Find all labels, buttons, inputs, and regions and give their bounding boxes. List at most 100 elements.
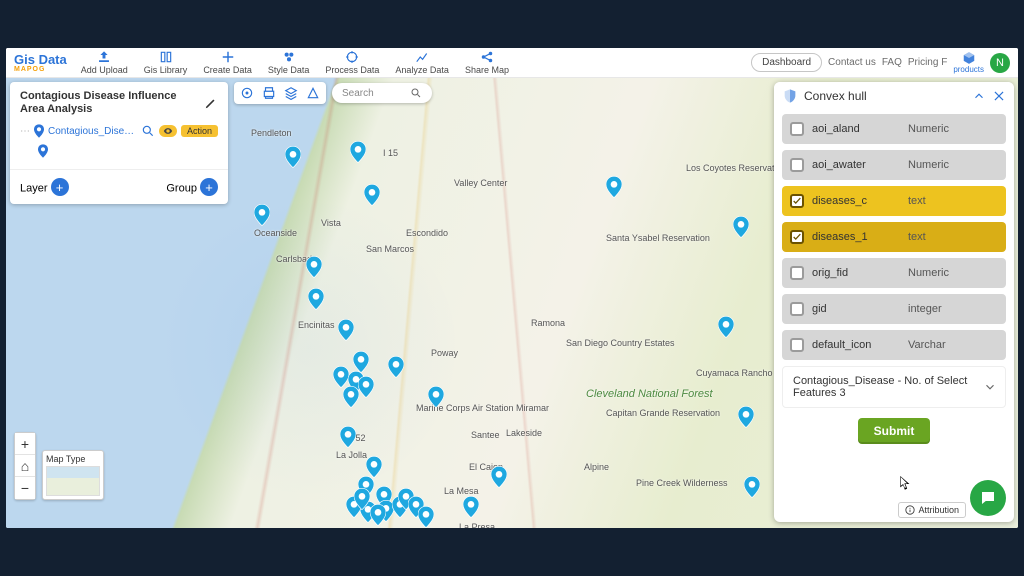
map-search[interactable]: Search bbox=[332, 83, 432, 103]
checkbox[interactable] bbox=[790, 338, 804, 352]
collapse-icon[interactable] bbox=[972, 89, 986, 103]
zoom-home-button[interactable]: ⌂ bbox=[15, 455, 35, 477]
close-icon[interactable] bbox=[992, 89, 1006, 103]
add-layer-button[interactable]: + bbox=[51, 178, 69, 196]
place-label: Capitan Grande Reservation bbox=[606, 408, 720, 418]
map-marker[interactable] bbox=[308, 288, 324, 310]
checkbox[interactable] bbox=[790, 302, 804, 316]
topmenu-gis-library[interactable]: Gis Library bbox=[136, 50, 196, 75]
topmenu-share-map[interactable]: Share Map bbox=[457, 50, 517, 75]
attribute-row-diseases_c[interactable]: diseases_ctext bbox=[782, 186, 1006, 216]
products-link[interactable]: products bbox=[953, 51, 984, 74]
attribute-row-diseases_1[interactable]: diseases_1 text bbox=[782, 222, 1006, 252]
visibility-toggle[interactable] bbox=[159, 125, 177, 137]
zoom-out-button[interactable]: − bbox=[15, 477, 35, 499]
user-avatar[interactable]: N bbox=[990, 53, 1010, 73]
pricing-link[interactable]: Pricing F bbox=[908, 57, 947, 68]
map-marker[interactable] bbox=[418, 506, 434, 528]
map-marker[interactable] bbox=[366, 456, 382, 478]
brand-logo[interactable]: Gis Data MAPOG bbox=[6, 53, 73, 73]
zoom-to-icon[interactable] bbox=[141, 124, 155, 138]
map-marker[interactable] bbox=[606, 176, 622, 198]
map-marker[interactable] bbox=[744, 476, 760, 498]
feature-count-accordion[interactable]: Contagious_Disease - No. of Select Featu… bbox=[782, 366, 1006, 408]
topmenu-process-data[interactable]: Process Data bbox=[317, 50, 387, 75]
map-marker[interactable] bbox=[738, 406, 754, 428]
map-marker[interactable] bbox=[338, 319, 354, 341]
process-icon bbox=[345, 50, 359, 64]
attribute-name: aoi_aland bbox=[812, 123, 900, 135]
checkbox[interactable] bbox=[790, 122, 804, 136]
attribute-name: diseases_c bbox=[812, 195, 900, 207]
zoom-in-button[interactable]: + bbox=[15, 433, 35, 455]
map-marker[interactable] bbox=[370, 504, 386, 526]
topbar: Gis Data MAPOG Add UploadGis LibraryCrea… bbox=[6, 48, 1018, 78]
map-marker[interactable] bbox=[388, 356, 404, 378]
attribute-row-orig_fid[interactable]: orig_fidNumeric bbox=[782, 258, 1006, 288]
attribute-row-default_icon[interactable]: default_iconVarchar bbox=[782, 330, 1006, 360]
library-icon bbox=[159, 50, 173, 64]
map-marker[interactable] bbox=[350, 141, 366, 163]
analyze-icon bbox=[415, 50, 429, 64]
topmenu-analyze-data[interactable]: Analyze Data bbox=[387, 50, 457, 75]
map-marker[interactable] bbox=[340, 426, 356, 448]
map-marker[interactable] bbox=[733, 216, 749, 238]
attribute-type: Numeric bbox=[908, 123, 949, 135]
map-marker[interactable] bbox=[463, 496, 479, 518]
map-marker[interactable] bbox=[353, 351, 369, 373]
submit-button[interactable]: Submit bbox=[858, 418, 931, 444]
place-label: Alpine bbox=[584, 462, 609, 472]
topmenu-add-upload[interactable]: Add Upload bbox=[73, 50, 136, 75]
place-label: Oceanside bbox=[254, 228, 297, 238]
add-group-button[interactable]: + bbox=[200, 178, 218, 196]
faq-link[interactable]: FAQ bbox=[882, 57, 902, 68]
basemap-switcher[interactable]: Map Type bbox=[42, 450, 104, 500]
layers-icon[interactable] bbox=[284, 86, 298, 100]
checkbox[interactable] bbox=[790, 158, 804, 172]
place-label: Valley Center bbox=[454, 178, 507, 188]
target-icon[interactable] bbox=[240, 86, 254, 100]
attribute-name: diseases_1 bbox=[812, 231, 900, 243]
checkbox[interactable] bbox=[790, 194, 804, 208]
drag-handle-icon[interactable]: ⋯ bbox=[20, 126, 30, 137]
place-label: Santa Ysabel Reservation bbox=[606, 233, 710, 243]
attribution-badge[interactable]: Attribution bbox=[898, 502, 966, 518]
chat-fab[interactable] bbox=[970, 480, 1006, 516]
map-marker[interactable] bbox=[718, 316, 734, 338]
attribute-row-aoi_aland[interactable]: aoi_aland Numeric bbox=[782, 114, 1006, 144]
dashboard-link[interactable]: Dashboard bbox=[751, 53, 822, 72]
map-marker[interactable] bbox=[491, 466, 507, 488]
place-label: Pendleton bbox=[251, 128, 292, 138]
attribute-list: aoi_aland Numeric aoi_awaterNumericdisease… bbox=[774, 110, 1014, 360]
layer-action-button[interactable]: Action bbox=[181, 125, 218, 137]
map-marker[interactable] bbox=[358, 376, 374, 398]
cube-icon bbox=[962, 51, 976, 65]
map-marker[interactable] bbox=[285, 146, 301, 168]
map-marker[interactable] bbox=[354, 488, 370, 510]
attribute-type: text bbox=[908, 231, 926, 243]
edit-icon[interactable] bbox=[204, 96, 218, 110]
map-marker[interactable] bbox=[364, 184, 380, 206]
attribute-row-aoi_awater[interactable]: aoi_awaterNumeric bbox=[782, 150, 1006, 180]
shape-icon[interactable] bbox=[306, 86, 320, 100]
map-marker[interactable] bbox=[254, 204, 270, 226]
topmenu-create-data[interactable]: Create Data bbox=[195, 50, 260, 75]
contact-link[interactable]: Contact us bbox=[828, 57, 876, 68]
attribute-name: aoi_awater bbox=[812, 159, 900, 171]
map-marker[interactable] bbox=[343, 386, 359, 408]
topmenu-style-data[interactable]: Style Data bbox=[260, 50, 318, 75]
chevron-down-icon bbox=[983, 380, 997, 394]
print-icon[interactable] bbox=[262, 86, 276, 100]
place-label: Santee bbox=[471, 430, 500, 440]
style-icon bbox=[282, 50, 296, 64]
layer-row[interactable]: ⋯ Contagious_Dise… Action bbox=[10, 120, 228, 140]
map-marker[interactable] bbox=[306, 256, 322, 278]
checkbox[interactable] bbox=[790, 266, 804, 280]
place-label: La Jolla bbox=[336, 450, 367, 460]
map-marker[interactable] bbox=[428, 386, 444, 408]
zoom-control: + ⌂ − bbox=[14, 432, 36, 500]
attribute-row-gid[interactable]: gidinteger bbox=[782, 294, 1006, 324]
attribute-name: orig_fid bbox=[812, 267, 900, 279]
map-marker[interactable] bbox=[333, 366, 349, 388]
checkbox[interactable] bbox=[790, 230, 804, 244]
